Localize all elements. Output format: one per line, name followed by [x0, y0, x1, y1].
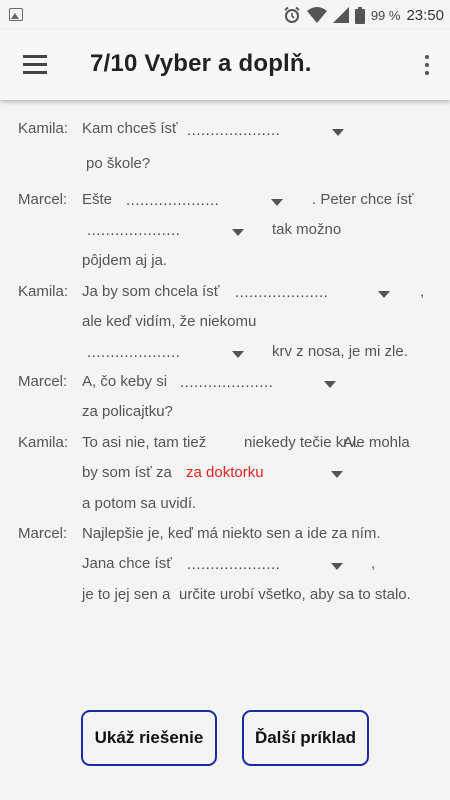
- dropdown-arrow-icon: [331, 471, 343, 478]
- dialog-text: ,: [420, 283, 425, 300]
- dropdown-arrow-icon: [332, 129, 344, 136]
- battery-percentage: 99 %: [370, 7, 401, 23]
- dialog-text: A, čo keby si: [82, 373, 168, 390]
- app-bar: 7/10 Vyber a doplň.: [0, 30, 450, 100]
- dialog-text: určite urobí všetko, aby sa to stalo.: [179, 586, 411, 603]
- next-example-button[interactable]: Ďalší príklad: [242, 710, 369, 766]
- dialog-text: Ešte: [82, 191, 113, 208]
- dialog-text: niekedy tečie krv.: [244, 434, 359, 451]
- answer-dropdown-4[interactable]: ....................: [235, 284, 400, 306]
- hamburger-icon-line: [23, 71, 47, 74]
- dialog-text: ,: [371, 555, 376, 572]
- answer-dropdown-2[interactable]: ....................: [126, 192, 291, 214]
- clock: 23:50: [406, 6, 444, 24]
- answer-dropdown-1[interactable]: ....................: [187, 122, 347, 144]
- page-title: 7/10 Vyber a doplň.: [90, 50, 312, 77]
- dropdown-arrow-icon: [378, 291, 390, 298]
- speaker-marcel: Marcel:: [18, 191, 68, 208]
- dialog-text: Najlepšie je, keď má niekto sen a ide za…: [82, 525, 381, 542]
- dialog-text: Kam chceš ísť: [82, 120, 178, 137]
- status-bar-right: 99 % 23:50: [283, 5, 444, 25]
- dialog-text: Ale mohla: [343, 434, 410, 451]
- dropdown-arrow-icon: [324, 381, 336, 388]
- dialog-text: je to jej sen a: [82, 586, 171, 603]
- dropdown-arrow-icon: [232, 229, 244, 236]
- dialog-text: by som ísť za: [82, 464, 172, 481]
- dropdown-arrow-icon: [232, 351, 244, 358]
- dropdown-arrow-icon: [331, 563, 343, 570]
- speaker-kamila: Kamila:: [18, 283, 69, 300]
- dropdown-arrow-icon: [271, 199, 283, 206]
- blank-placeholder: ....................: [187, 556, 281, 573]
- dialog-text: tak možno: [272, 221, 342, 238]
- wifi-icon: [306, 7, 327, 23]
- hamburger-icon-line: [23, 63, 47, 66]
- answer-dropdown-5[interactable]: ....................: [87, 344, 252, 366]
- menu-button[interactable]: [20, 52, 50, 78]
- answer-dropdown-3[interactable]: ....................: [87, 222, 252, 244]
- alarm-icon: [284, 6, 300, 23]
- dialog-text: krv z nosa, je mi zle.: [272, 343, 408, 360]
- image-notification-icon: [9, 8, 23, 21]
- battery-icon: [354, 6, 365, 24]
- more-vert-icon-dot: [425, 55, 429, 59]
- more-options-button[interactable]: [418, 52, 436, 78]
- dialog-text: za policajtku?: [82, 403, 173, 420]
- answer-dropdown-7[interactable]: za doktorku: [186, 464, 346, 486]
- blank-placeholder: ....................: [180, 374, 274, 391]
- hamburger-icon-line: [23, 55, 47, 58]
- speaker-marcel: Marcel:: [18, 373, 68, 390]
- blank-placeholder: ....................: [87, 344, 181, 361]
- speaker-kamila: Kamila:: [18, 120, 69, 137]
- blank-placeholder: ....................: [126, 192, 220, 209]
- dialog-text: a potom sa uvidí.: [82, 495, 197, 512]
- blank-placeholder: ....................: [187, 122, 281, 139]
- dialog-text: To asi nie, tam tiež: [82, 434, 207, 451]
- blank-placeholder: ....................: [87, 222, 181, 239]
- dialog-text: . Peter chce ísť: [312, 191, 414, 208]
- more-vert-icon-dot: [425, 71, 429, 75]
- answer-dropdown-6[interactable]: ....................: [180, 374, 345, 396]
- dialog-text: Ja by som chcela ísť: [82, 283, 220, 300]
- dialog-text: pôjdem aj ja.: [82, 252, 168, 269]
- answer-dropdown-8[interactable]: ....................: [187, 556, 352, 578]
- dialog-text: ale keď vidím, že niekomu: [82, 313, 257, 330]
- speaker-marcel: Marcel:: [18, 525, 68, 542]
- show-solution-button[interactable]: Ukáž riešenie: [81, 710, 217, 766]
- speaker-kamila: Kamila:: [18, 434, 69, 451]
- cell-signal-icon: [332, 7, 349, 23]
- exercise-content: Kamila: Kam chceš ísť ..................…: [0, 100, 450, 700]
- more-vert-icon-dot: [425, 63, 429, 67]
- status-bar: 99 % 23:50: [0, 0, 450, 30]
- dialog-text: po škole?: [86, 155, 151, 172]
- blank-placeholder: ....................: [235, 284, 329, 301]
- dialog-text: Jana chce ísť: [82, 555, 172, 572]
- selected-answer: za doktorku: [186, 464, 264, 481]
